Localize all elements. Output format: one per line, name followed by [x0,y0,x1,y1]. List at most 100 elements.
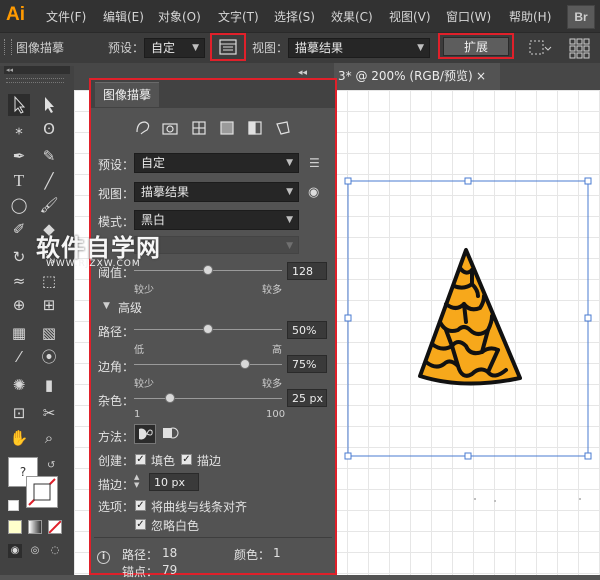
double-arrow-icon[interactable]: ◂◂ [298,68,307,78]
eye-icon[interactable]: ◉ [308,185,319,200]
menu-window[interactable]: 窗口(W) [446,8,491,25]
color-mode-icon[interactable] [8,520,22,534]
blend-tool-icon[interactable]: ⦿ [38,346,60,368]
corners-slider-knob[interactable] [240,359,250,369]
gradient-tool-icon[interactable]: ▧ [38,322,60,344]
outline-icon [276,121,290,135]
perspective-grid-tool-icon[interactable]: ⊞ [38,294,60,316]
tracing-panel-icon[interactable] [217,38,239,57]
pen-tool-icon[interactable]: ✒ [8,145,30,167]
view-value: 描摹结果 [141,185,190,199]
mesh-tool-icon[interactable]: ▦ [8,322,30,344]
draw-behind-icon[interactable]: ◎ [28,544,42,558]
view-dropdown[interactable]: 描摹结果 ▼ [134,182,299,202]
gradient-mode-icon[interactable] [28,520,42,534]
rotate-tool-icon[interactable]: ↻ [8,246,30,268]
stats-paths-label: 路径： [122,548,159,562]
width-tool-icon[interactable]: ≈ [8,270,30,292]
noise-slider-track[interactable] [134,398,282,399]
menu-object[interactable]: 对象(O) [158,8,201,25]
grip-icon [4,39,12,55]
snap-curves-checkbox[interactable]: ✓ [135,500,146,511]
menu-view[interactable]: 视图(V) [389,8,431,25]
column-graph-tool-icon[interactable]: ▮ [38,374,60,396]
bridge-button[interactable]: Br [567,5,595,29]
corners-slider-track[interactable] [134,364,282,365]
control-preset-value: 自定 [151,41,176,55]
magic-wand-tool-icon[interactable]: ⁎ [8,118,30,140]
grid-options-icon[interactable] [568,37,590,59]
advanced-label[interactable]: 高级 [118,299,142,316]
slice-tool-icon[interactable]: ✂ [38,402,60,424]
eyedropper-tool-icon[interactable]: ⁄ [8,346,30,368]
traced-triangle-artwork[interactable] [418,248,522,386]
document-title: 3* @ 200% (RGB/预览) [338,69,473,83]
draw-inside-icon[interactable]: ◌ [48,544,62,558]
noise-slider-knob[interactable] [164,393,175,403]
menu-edit[interactable]: 编辑(E) [103,8,144,25]
stroke-width-stepper-icon[interactable]: ▲ ▼ [134,473,146,491]
none-mode-icon[interactable] [48,520,62,534]
divider [94,537,332,538]
method-overlapping-icon[interactable] [160,424,182,444]
corners-value[interactable]: 75% [287,355,327,373]
shape-builder-tool-icon[interactable]: ⊕ [8,294,30,316]
draw-normal-icon[interactable]: ◉ [8,544,22,558]
fill-checkbox[interactable]: ✓ [135,454,146,465]
selection-tool-icon[interactable] [8,94,30,116]
chevron-down-icon: ▼ [286,241,293,251]
menu-type[interactable]: 文字(T) [218,8,259,25]
canvas-dots [474,498,581,502]
free-transform-tool-icon[interactable]: ⬚ [38,270,60,292]
threshold-slider-knob[interactable] [203,265,213,275]
menu-file[interactable]: 文件(F) [46,8,86,25]
menu-help[interactable]: 帮助(H) [509,8,551,25]
paths-slider-knob[interactable] [203,324,213,334]
lasso-tool-icon[interactable]: ʘ [38,118,60,140]
artboard-tool-icon[interactable]: ⊡ [8,402,30,424]
mode-dropdown[interactable]: 黑白 ▼ [134,210,299,230]
hand-tool-icon[interactable]: ✋ [8,427,30,449]
curvature-tool-icon[interactable]: ✎ [38,145,60,167]
noise-value[interactable]: 25 px [287,389,327,407]
menu-effect[interactable]: 效果(C) [331,8,373,25]
swap-fill-stroke-icon[interactable]: ↺ [47,460,55,471]
ellipse-tool-icon[interactable]: ◯ [8,194,30,216]
close-icon[interactable]: × [476,63,486,90]
align-icon[interactable] [528,38,552,58]
control-panel-name: 图像描摹 [16,41,65,55]
view-label: 视图： [98,187,135,201]
noise-min-label: 1 [134,409,141,420]
line-tool-icon[interactable]: ╱ [38,170,60,192]
threshold-value[interactable]: 128 [287,262,327,280]
corners-max-label: 较多 [262,379,282,390]
shaper-tool-icon[interactable]: ✐ [8,218,30,240]
paths-min-label: 低 [134,345,144,356]
chevron-down-icon: ▼ [286,158,293,168]
type-tool-icon[interactable]: T [8,170,30,192]
expand-button[interactable]: 扩展 [443,37,509,56]
control-view-dropdown[interactable]: 描摹结果 ▼ [288,38,430,58]
document-tab[interactable]: 3* @ 200% (RGB/预览) × [334,63,500,90]
method-abutting-icon[interactable] [134,424,156,444]
preset-menu-icon[interactable]: ☰ [309,156,320,170]
stroke-width-value[interactable]: 10 px [149,473,199,491]
menu-select[interactable]: 选择(S) [274,8,315,25]
paintbrush-tool-icon[interactable]: 🖌 [38,194,60,216]
stroke-checkbox[interactable]: ✓ [181,454,192,465]
ignore-white-checkbox[interactable]: ✓ [135,519,146,530]
auto-color-icon [136,121,150,135]
paths-value[interactable]: 50% [287,321,327,339]
advanced-toggle-icon[interactable]: ▼ [103,301,110,311]
watermark-text: 软件自学网 [36,234,161,262]
preset-label: 预设： [98,158,135,172]
zoom-tool-icon[interactable]: ⌕ [38,427,60,449]
method-label: 方法： [98,430,135,444]
direct-selection-tool-icon[interactable] [38,94,60,116]
toolbar-collapse-icon[interactable]: ◂◂ [4,66,70,74]
symbol-sprayer-tool-icon[interactable]: ✺ [8,374,30,396]
preset-dropdown[interactable]: 自定 ▼ [134,153,299,173]
control-preset-dropdown[interactable]: 自定 ▼ [144,38,205,58]
default-colors-icon[interactable] [8,500,19,511]
stroke-swatch[interactable] [26,476,58,508]
